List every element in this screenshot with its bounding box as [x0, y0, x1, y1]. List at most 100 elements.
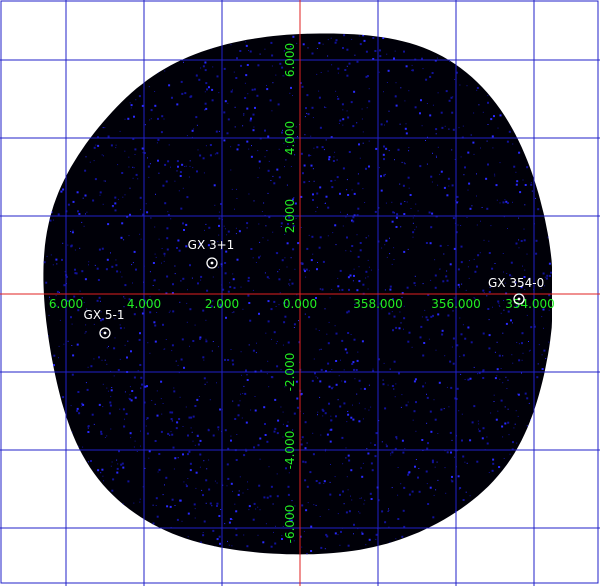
photon-speck [292, 95, 293, 96]
photon-speck [161, 115, 164, 118]
photon-speck [460, 156, 462, 158]
photon-speck [327, 235, 329, 237]
photon-speck [408, 147, 410, 149]
photon-speck [263, 406, 266, 409]
photon-speck [518, 239, 520, 241]
photon-speck [306, 247, 309, 250]
photon-speck [162, 184, 165, 187]
photon-speck [177, 239, 180, 242]
photon-speck [339, 289, 341, 291]
photon-speck [327, 206, 330, 209]
photon-speck [370, 442, 372, 444]
photon-speck [179, 396, 181, 398]
photon-speck [175, 360, 177, 362]
photon-speck [404, 201, 406, 202]
photon-speck [545, 277, 548, 280]
photon-speck [217, 426, 220, 429]
photon-speck [462, 455, 465, 458]
photon-speck [471, 421, 474, 424]
photon-speck [493, 394, 495, 396]
photon-speck [288, 283, 290, 285]
photon-speck [358, 143, 360, 146]
photon-speck [304, 313, 306, 315]
photon-speck [79, 247, 81, 249]
photon-speck [433, 399, 435, 401]
photon-speck [205, 82, 208, 85]
photon-speck [342, 109, 344, 111]
photon-speck [191, 431, 193, 433]
photon-speck [287, 421, 289, 423]
photon-speck [322, 43, 324, 45]
photon-speck [48, 314, 50, 316]
photon-speck [282, 411, 284, 413]
photon-speck [276, 365, 279, 368]
photon-speck [233, 311, 235, 313]
photon-speck [149, 311, 152, 314]
photon-speck [326, 433, 329, 436]
photon-speck [168, 144, 170, 146]
photon-speck [237, 404, 240, 407]
photon-speck [384, 124, 385, 126]
photon-speck [218, 130, 220, 132]
photon-speck [119, 358, 121, 360]
photon-speck [275, 525, 276, 527]
photon-speck [497, 410, 499, 412]
photon-speck [88, 261, 90, 263]
photon-speck [403, 305, 405, 307]
photon-speck [158, 453, 161, 455]
photon-speck [494, 377, 497, 380]
photon-speck [252, 518, 255, 521]
photon-speck [508, 434, 510, 436]
photon-speck [503, 300, 504, 301]
photon-speck [308, 316, 311, 319]
photon-speck [144, 124, 146, 126]
photon-speck [417, 210, 419, 212]
photon-speck [186, 302, 188, 304]
photon-speck [229, 286, 232, 288]
photon-speck [100, 430, 103, 433]
photon-speck [129, 432, 132, 435]
photon-speck [387, 69, 390, 72]
photon-speck [518, 247, 520, 249]
photon-speck [267, 192, 269, 194]
photon-speck [448, 185, 450, 187]
photon-speck [129, 102, 131, 104]
photon-speck [240, 64, 242, 67]
photon-speck [214, 204, 216, 206]
photon-speck [346, 421, 348, 423]
photon-speck [291, 282, 294, 285]
photon-speck [207, 428, 209, 430]
photon-speck [235, 510, 238, 513]
photon-speck [378, 167, 380, 169]
photon-speck [448, 406, 450, 408]
photon-speck [316, 48, 318, 49]
photon-speck [404, 163, 406, 165]
photon-speck [317, 414, 318, 416]
photon-speck [487, 95, 489, 97]
photon-speck [345, 457, 347, 459]
photon-speck [502, 355, 504, 357]
photon-speck [476, 87, 479, 89]
photon-speck [447, 314, 450, 317]
photon-speck [117, 198, 119, 200]
photon-speck [380, 189, 383, 192]
photon-speck [220, 509, 222, 510]
photon-speck [517, 393, 518, 395]
photon-speck [491, 135, 494, 138]
photon-speck [224, 272, 227, 275]
photon-speck [82, 197, 84, 199]
photon-speck [147, 165, 150, 168]
photon-speck [357, 207, 360, 210]
photon-speck [449, 263, 452, 266]
photon-speck [462, 324, 464, 326]
photon-speck [514, 423, 516, 425]
photon-speck [111, 489, 114, 492]
photon-speck [321, 146, 324, 149]
photon-speck [168, 311, 170, 313]
photon-speck [247, 481, 248, 483]
photon-speck [410, 208, 412, 209]
photon-speck [266, 85, 267, 86]
photon-speck [368, 538, 371, 541]
photon-speck [140, 387, 142, 389]
photon-speck [346, 110, 348, 112]
